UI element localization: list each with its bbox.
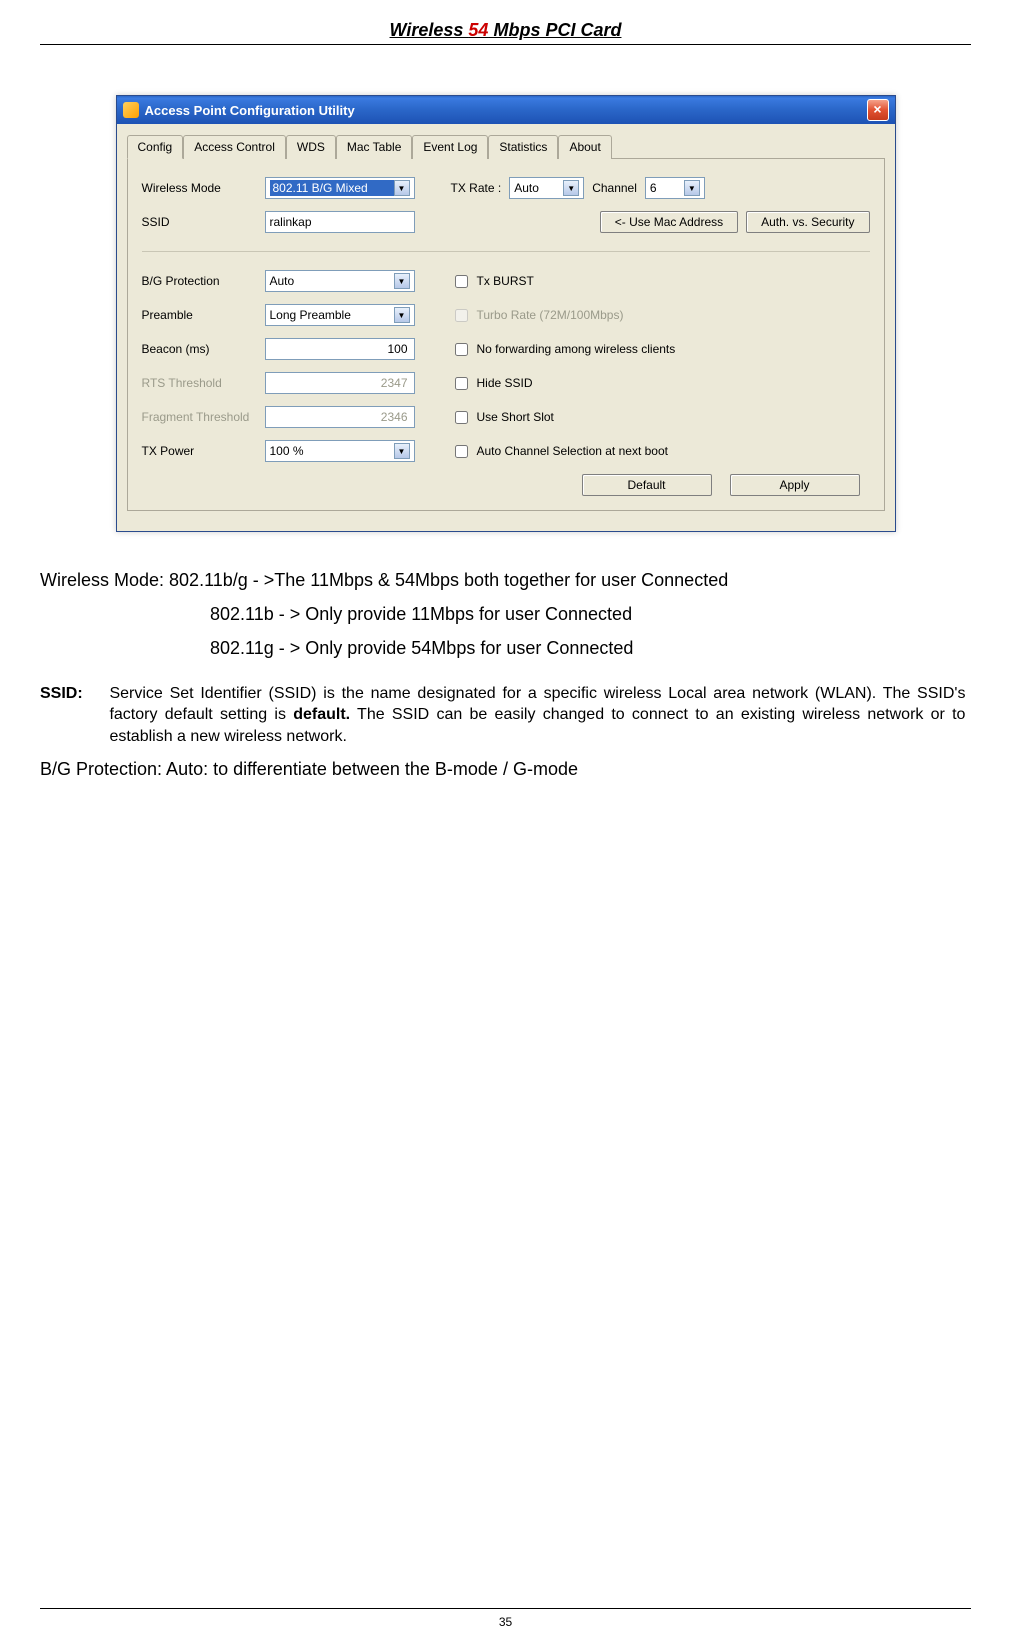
tab-statistics[interactable]: Statistics <box>488 135 558 159</box>
no-forwarding-checkbox[interactable] <box>455 343 468 356</box>
bg-protection-label: B/G Protection <box>142 274 257 288</box>
channel-select[interactable]: 6 ▼ <box>645 177 705 199</box>
ssid-desc-bold: default. <box>293 706 350 723</box>
tx-rate-select[interactable]: Auto ▼ <box>509 177 584 199</box>
preamble-label: Preamble <box>142 308 257 322</box>
chevron-down-icon: ▼ <box>684 180 700 196</box>
hide-ssid-check[interactable]: Hide SSID <box>451 374 533 393</box>
short-slot-check[interactable]: Use Short Slot <box>451 408 554 427</box>
tx-power-select[interactable]: 100 % ▼ <box>265 440 415 462</box>
bg-protection-select[interactable]: Auto ▼ <box>265 270 415 292</box>
ssid-label: SSID <box>142 215 257 229</box>
auto-channel-check[interactable]: Auto Channel Selection at next boot <box>451 442 668 461</box>
page-footer: 35 <box>40 1608 971 1629</box>
tx-rate-value: Auto <box>514 181 563 195</box>
tx-power-value: 100 % <box>270 444 394 458</box>
close-icon: × <box>873 101 881 117</box>
ssid-input[interactable] <box>265 211 415 233</box>
rts-label: RTS Threshold <box>142 376 257 390</box>
tx-rate-label: TX Rate : <box>451 181 502 195</box>
close-button[interactable]: × <box>867 99 889 121</box>
beacon-input[interactable] <box>265 338 415 360</box>
turbo-rate-check: Turbo Rate (72M/100Mbps) <box>451 306 624 325</box>
bg-protection-value: Auto <box>270 274 394 288</box>
tab-mac-table[interactable]: Mac Table <box>336 135 412 159</box>
apply-button[interactable]: Apply <box>730 474 860 496</box>
config-window: Access Point Configuration Utility × Con… <box>116 95 896 532</box>
tx-burst-checkbox[interactable] <box>455 275 468 288</box>
short-slot-checkbox[interactable] <box>455 411 468 424</box>
no-forwarding-label: No forwarding among wireless clients <box>477 342 676 356</box>
tab-content: Wireless Mode 802.11 B/G Mixed ▼ TX Rate… <box>127 159 885 511</box>
ssid-description: SSID: Service Set Identifier (SSID) is t… <box>40 683 971 748</box>
chevron-down-icon: ▼ <box>563 180 579 196</box>
tx-burst-label: Tx BURST <box>477 274 534 288</box>
wireless-mode-value: 802.11 B/G Mixed <box>270 180 394 196</box>
tabstrip: Config Access Control WDS Mac Table Even… <box>127 134 885 159</box>
no-forwarding-check[interactable]: No forwarding among wireless clients <box>451 340 676 359</box>
header-post: Mbps PCI Card <box>488 20 621 40</box>
preamble-select[interactable]: Long Preamble ▼ <box>265 304 415 326</box>
tab-event-log[interactable]: Event Log <box>412 135 488 159</box>
header-pre: Wireless <box>390 20 469 40</box>
wireless-mode-desc-2: 802.11b - > Only provide 11Mbps for user… <box>40 601 971 629</box>
chevron-down-icon: ▼ <box>394 307 410 323</box>
use-mac-button[interactable]: <- Use Mac Address <box>600 211 738 233</box>
chevron-down-icon: ▼ <box>394 273 410 289</box>
fragment-label: Fragment Threshold <box>142 410 257 424</box>
titlebar: Access Point Configuration Utility × <box>117 96 895 124</box>
tx-burst-check[interactable]: Tx BURST <box>451 272 534 291</box>
chevron-down-icon: ▼ <box>394 443 410 459</box>
wireless-mode-desc-1: Wireless Mode: 802.11b/g - >The 11Mbps &… <box>40 567 971 595</box>
rts-input <box>265 372 415 394</box>
channel-label: Channel <box>592 181 637 195</box>
page-number: 35 <box>499 1615 512 1629</box>
auth-security-button[interactable]: Auth. vs. Security <box>746 211 869 233</box>
chevron-down-icon: ▼ <box>394 180 410 196</box>
fragment-input <box>265 406 415 428</box>
tab-wds[interactable]: WDS <box>286 135 336 159</box>
body-text: Wireless Mode: 802.11b/g - >The 11Mbps &… <box>40 563 971 669</box>
turbo-rate-label: Turbo Rate (72M/100Mbps) <box>477 308 624 322</box>
header-red: 54 <box>468 20 488 40</box>
auto-channel-label: Auto Channel Selection at next boot <box>477 444 668 458</box>
beacon-label: Beacon (ms) <box>142 342 257 356</box>
hide-ssid-checkbox[interactable] <box>455 377 468 390</box>
tab-config[interactable]: Config <box>127 135 184 159</box>
wireless-mode-desc-3: 802.11g - > Only provide 54Mbps for user… <box>40 635 971 663</box>
short-slot-label: Use Short Slot <box>477 410 554 424</box>
page-header: Wireless 54 Mbps PCI Card <box>40 20 971 45</box>
ssid-desc-label: SSID: <box>40 683 105 705</box>
hide-ssid-label: Hide SSID <box>477 376 533 390</box>
tab-access-control[interactable]: Access Control <box>183 135 286 159</box>
turbo-rate-checkbox <box>455 309 468 322</box>
auto-channel-checkbox[interactable] <box>455 445 468 458</box>
app-icon <box>123 102 139 118</box>
bg-protection-desc: B/G Protection: Auto: to differentiate b… <box>40 759 971 780</box>
wireless-mode-select[interactable]: 802.11 B/G Mixed ▼ <box>265 177 415 199</box>
tab-about[interactable]: About <box>558 135 611 159</box>
window-title: Access Point Configuration Utility <box>145 103 355 118</box>
channel-value: 6 <box>650 181 684 195</box>
tx-power-label: TX Power <box>142 444 257 458</box>
preamble-value: Long Preamble <box>270 308 394 322</box>
wireless-mode-label: Wireless Mode <box>142 181 257 195</box>
default-button[interactable]: Default <box>582 474 712 496</box>
